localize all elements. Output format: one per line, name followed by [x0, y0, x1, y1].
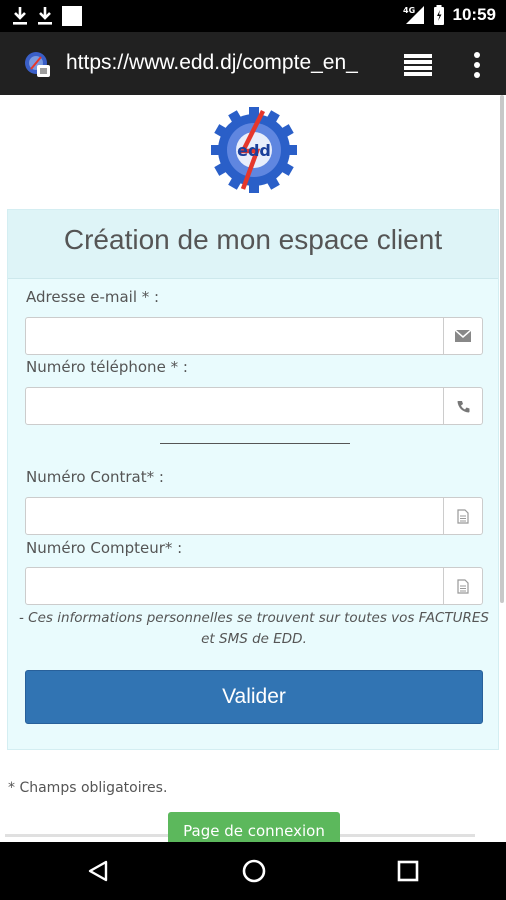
download-icon — [38, 7, 52, 25]
info-note: - Ces informations personnelles se trouv… — [19, 610, 489, 647]
battery-icon — [433, 5, 444, 25]
phone-addon — [443, 388, 482, 424]
address-bar[interactable]: https://www.edd.dj/compte_en_ — [66, 51, 380, 77]
meter-input[interactable] — [26, 568, 441, 604]
navigation-bar — [0, 842, 506, 900]
email-addon — [443, 318, 482, 354]
meter-label: Numéro Compteur* : — [26, 539, 183, 557]
system-tray: 4G 10:59 — [403, 5, 496, 25]
web-page: edd Création de mon espace client Adress… — [0, 95, 506, 842]
email-field[interactable] — [25, 317, 483, 355]
phone-field[interactable] — [25, 387, 483, 425]
form-header: Création de mon espace client — [8, 210, 498, 279]
envelope-icon — [455, 330, 471, 342]
notification-icon — [62, 6, 82, 26]
email-input[interactable] — [26, 318, 441, 354]
required-fields-note: * Champs obligatoires. — [8, 780, 168, 796]
phone-input[interactable] — [26, 388, 441, 424]
site-favicon[interactable] — [22, 49, 52, 79]
phone-icon — [457, 400, 469, 412]
edd-logo: edd — [211, 107, 297, 193]
contract-label: Numéro Contrat* : — [26, 468, 164, 486]
notification-area — [12, 6, 82, 26]
signal-icon: 4G — [403, 6, 424, 24]
submit-button[interactable]: Valider — [25, 670, 483, 724]
browser-toolbar: https://www.edd.dj/compte_en_ — [0, 32, 506, 95]
registration-form: Création de mon espace client Adresse e-… — [7, 209, 499, 750]
home-icon[interactable] — [241, 858, 267, 884]
contract-addon — [443, 498, 482, 534]
recents-icon[interactable] — [397, 860, 419, 882]
page-scrollbar[interactable] — [500, 95, 504, 603]
meter-field[interactable] — [25, 567, 483, 605]
document-icon — [457, 508, 469, 524]
tabs-icon[interactable] — [402, 51, 434, 77]
network-type-label: 4G — [403, 6, 415, 15]
back-icon[interactable] — [86, 859, 110, 883]
section-divider — [160, 443, 350, 444]
phone-label: Numéro téléphone * : — [26, 358, 188, 376]
status-bar: 4G 10:59 — [0, 0, 506, 32]
meter-addon — [443, 568, 482, 604]
form-title: Création de mon espace client — [63, 224, 443, 255]
document-icon — [457, 578, 469, 594]
clock: 10:59 — [452, 5, 496, 24]
contract-input[interactable] — [26, 498, 441, 534]
contract-field[interactable] — [25, 497, 483, 535]
download-icon — [13, 7, 27, 25]
login-page-button[interactable]: Page de connexion — [168, 812, 340, 842]
overflow-menu-icon[interactable] — [470, 51, 484, 79]
logo-text: edd — [237, 141, 271, 160]
email-label: Adresse e-mail * : — [26, 288, 160, 306]
